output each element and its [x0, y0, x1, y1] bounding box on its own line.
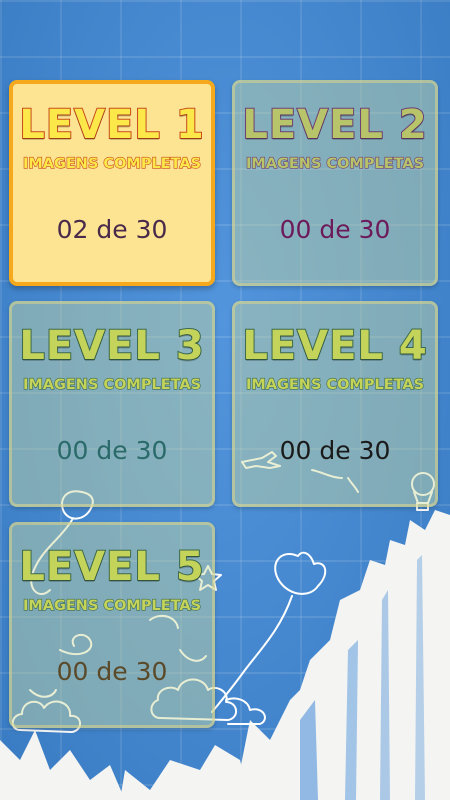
level-title: LEVEL 3: [18, 323, 205, 369]
level-subtitle: IMAGENS COMPLETAS: [22, 597, 202, 614]
level-title: LEVEL 1: [18, 102, 205, 148]
level-1-card[interactable]: LEVEL 1 IMAGENS COMPLETAS 02 de 30: [9, 80, 215, 286]
level-progress: 00 de 30: [56, 657, 168, 686]
level-title: LEVEL 5: [18, 544, 205, 590]
level-subtitle: IMAGENS COMPLETAS: [22, 376, 202, 393]
level-progress: 00 de 30: [279, 215, 391, 244]
level-progress: 00 de 30: [279, 436, 391, 465]
level-title: LEVEL 4: [241, 323, 428, 369]
level-progress: 00 de 30: [56, 436, 168, 465]
level-title: LEVEL 2: [241, 102, 428, 148]
level-3-card[interactable]: LEVEL 3 IMAGENS COMPLETAS 00 de 30: [9, 301, 215, 507]
level-subtitle: IMAGENS COMPLETAS: [245, 376, 425, 393]
level-subtitle: IMAGENS COMPLETAS: [22, 155, 202, 172]
level-subtitle: IMAGENS COMPLETAS: [245, 155, 425, 172]
level-5-card[interactable]: LEVEL 5 IMAGENS COMPLETAS 00 de 30: [9, 522, 215, 728]
level-2-card[interactable]: LEVEL 2 IMAGENS COMPLETAS 00 de 30: [232, 80, 438, 286]
level-4-card[interactable]: LEVEL 4 IMAGENS COMPLETAS 00 de 30: [232, 301, 438, 507]
level-progress: 02 de 30: [56, 215, 168, 244]
